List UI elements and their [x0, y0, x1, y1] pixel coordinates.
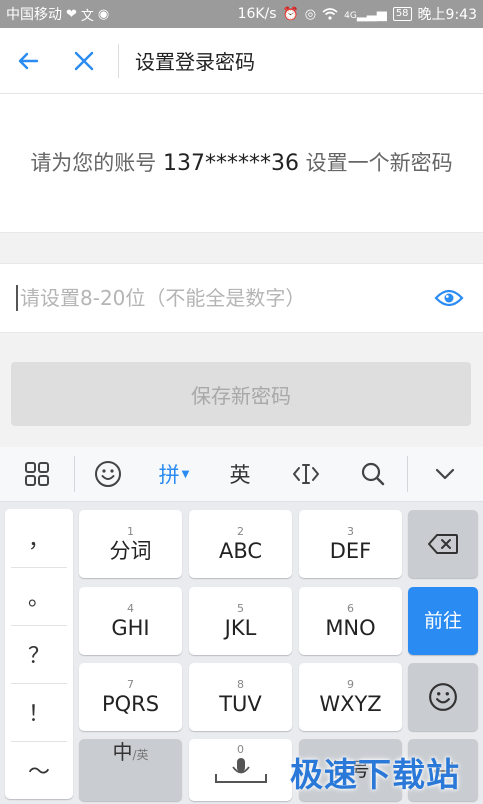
keyboard-menu-button[interactable]	[0, 447, 74, 501]
network-speed: 16K/s	[237, 6, 277, 22]
emoji-key[interactable]	[408, 663, 478, 731]
backspace-icon	[428, 534, 458, 554]
watermark: 极速下载站	[290, 755, 460, 794]
key-label: PQRS	[101, 691, 160, 716]
cursor-icon	[293, 464, 319, 484]
key-number: 3	[347, 524, 354, 538]
status-bar: 中国移动 ❤ 文 ◉ 16K/s ⏰ ◎ 4G▂▃▅ 58 晚上9:43	[0, 0, 483, 28]
key-label: GHI	[111, 615, 150, 640]
message-suffix: 设置一个新密码	[299, 151, 453, 175]
key-number: 9	[347, 677, 354, 691]
cursor-control-button[interactable]	[273, 447, 339, 501]
space-key[interactable]: 0	[189, 739, 292, 801]
app-bar: 设置登录密码	[0, 28, 483, 94]
header-divider	[118, 43, 119, 78]
masked-phone: 137******36	[163, 151, 299, 176]
go-key[interactable]: 前往	[408, 587, 478, 655]
emoji-icon	[429, 683, 457, 711]
punct-question-key[interactable]: ？	[5, 625, 73, 683]
eye-icon	[434, 289, 464, 307]
punct-exclaim-key[interactable]: ！	[5, 683, 73, 741]
emoji-icon	[95, 461, 121, 487]
hide-keyboard-button[interactable]	[408, 447, 482, 501]
search-icon	[361, 462, 385, 486]
key-9-wxyz[interactable]: 9 WXYZ	[299, 663, 402, 731]
chevron-down-icon: ▼	[181, 468, 190, 480]
pinyin-label: 拼	[158, 463, 180, 487]
key-number: 2	[237, 524, 244, 538]
heart-icon: ❤	[66, 6, 77, 22]
key-3-def[interactable]: 3 DEF	[299, 510, 402, 578]
key-label: WXYZ	[319, 691, 382, 716]
message-prefix: 请为您的账号	[30, 151, 163, 175]
page-title: 设置登录密码	[135, 50, 255, 74]
alarm-icon: ⏰	[282, 6, 299, 22]
key-label: 分词	[109, 538, 152, 563]
keyboard-toolbar: 拼 ▼ 英	[0, 447, 483, 502]
go-label: 前往	[423, 610, 462, 632]
back-button[interactable]	[0, 28, 56, 94]
close-icon	[74, 51, 94, 70]
mic-icon	[214, 758, 267, 783]
key-number: 0	[237, 743, 244, 756]
password-row	[0, 263, 483, 333]
key-label: MNO	[325, 615, 376, 640]
lang-sub-label: /英	[132, 748, 149, 762]
key-8-tuv[interactable]: 8 TUV	[189, 663, 292, 731]
eye-status-icon: ◎	[304, 6, 317, 22]
grid-icon	[25, 462, 49, 486]
notification-icon: 文	[80, 8, 94, 24]
signal-icon: 4G▂▃▅	[344, 6, 387, 22]
punct-comma-key[interactable]: ，	[5, 509, 73, 567]
punct-period-key[interactable]: 。	[5, 567, 73, 625]
key-number: 8	[237, 677, 244, 691]
battery-icon: 58	[392, 7, 412, 21]
keyboard-search-button[interactable]	[339, 447, 407, 501]
delete-key[interactable]	[408, 510, 478, 578]
pinyin-mode-button[interactable]: 拼 ▼	[141, 447, 207, 501]
section-gap	[0, 232, 483, 263]
account-message-text: 请为您的账号 137******36 设置一个新密码	[30, 146, 452, 181]
language-switch-key[interactable]: 中 /英	[79, 739, 182, 801]
key-label: JKL	[224, 615, 257, 640]
key-number: 6	[347, 601, 354, 615]
wifi-icon	[322, 8, 338, 20]
key-label: DEF	[329, 538, 372, 563]
key-number: 4	[127, 601, 134, 615]
punctuation-column: ， 。 ？ ！ ～	[5, 509, 73, 799]
key-number: 7	[127, 677, 134, 691]
key-number: 5	[237, 601, 244, 615]
collapse-icon	[435, 468, 455, 480]
key-4-ghi[interactable]: 4 GHI	[79, 587, 182, 655]
password-input[interactable]	[18, 278, 425, 318]
alarm-status-icon: ◉	[97, 6, 110, 22]
english-mode-button[interactable]: 英	[207, 447, 273, 501]
key-label: TUV	[219, 691, 262, 716]
key-2-abc[interactable]: 2 ABC	[189, 510, 292, 578]
key-5-jkl[interactable]: 5 JKL	[189, 587, 292, 655]
lang-main-label: 中	[112, 740, 133, 764]
status-time: 晚上9:43	[417, 7, 477, 23]
save-password-button[interactable]: 保存新密码	[11, 362, 471, 426]
key-number: 1	[127, 524, 134, 538]
punct-tilde-key[interactable]: ～	[5, 741, 73, 799]
key-7-pqrs[interactable]: 7 PQRS	[79, 663, 182, 731]
key-label: ABC	[218, 538, 263, 563]
toggle-visibility-button[interactable]	[425, 274, 473, 322]
carrier-label: 中国移动	[6, 7, 62, 23]
arrow-left-icon	[18, 52, 39, 69]
close-button[interactable]	[56, 28, 112, 94]
account-message: 请为您的账号 137******36 设置一个新密码	[0, 95, 483, 232]
emoji-panel-button[interactable]	[75, 447, 141, 501]
key-6-mno[interactable]: 6 MNO	[299, 587, 402, 655]
key-1-segment[interactable]: 1 分词	[79, 510, 182, 578]
